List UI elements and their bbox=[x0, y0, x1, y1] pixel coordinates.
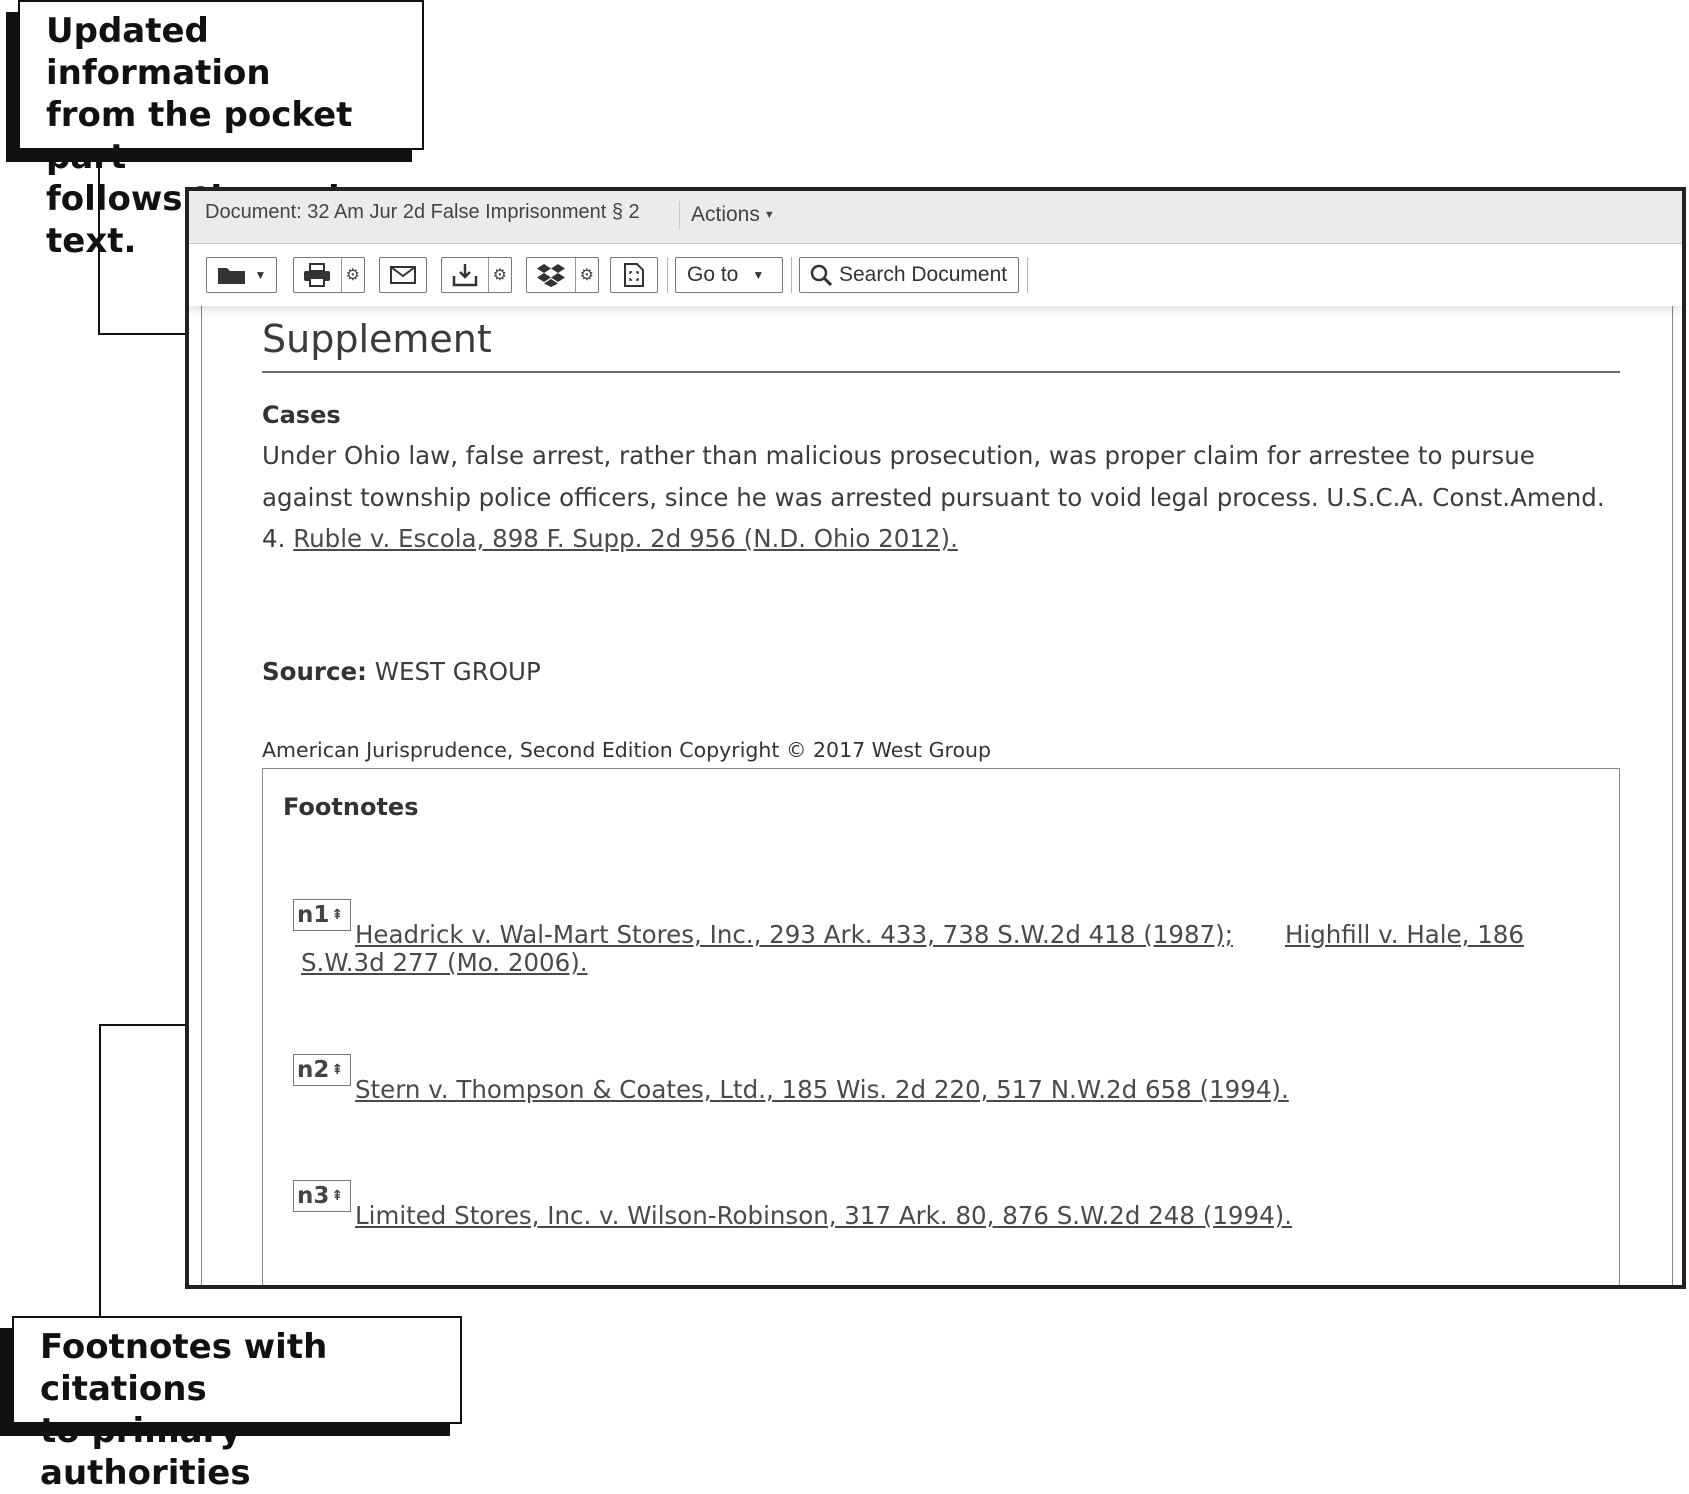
footnotes-panel: Footnotes n1 ⇞ Headrick v. Wal-Mart Store… bbox=[262, 768, 1620, 1285]
copyright-notice: American Jurisprudence, Second Edition C… bbox=[262, 738, 992, 762]
leader-line bbox=[98, 160, 100, 335]
document-window: Document: 32 Am Jur 2d False Imprisonmen… bbox=[185, 187, 1686, 1289]
page-view-button[interactable] bbox=[610, 257, 658, 293]
back-to-top-icon: ⇞ bbox=[331, 1188, 344, 1204]
folder-icon bbox=[217, 268, 245, 284]
download-button[interactable]: ⚙ bbox=[441, 257, 512, 293]
caret-down-icon: ▼ bbox=[254, 268, 267, 282]
footnote-citation-link[interactable]: Headrick v. Wal-Mart Stores, Inc., 293 A… bbox=[355, 921, 1233, 948]
document-header: Document: 32 Am Jur 2d False Imprisonmen… bbox=[189, 191, 1682, 244]
search-document-label: Search Document bbox=[839, 263, 1008, 286]
print-settings-gear-icon[interactable]: ⚙ bbox=[340, 258, 364, 292]
source-line: Source: WEST GROUP bbox=[262, 657, 541, 686]
toolbar: ▼ ⚙ ⚙ ⚙ Go to ▼ Search Document bbox=[189, 244, 1682, 306]
caret-down-icon: ▼ bbox=[752, 268, 765, 282]
footnote-tag-n3[interactable]: n3 ⇞ bbox=[293, 1180, 351, 1212]
document-icon bbox=[624, 263, 644, 287]
footnote-number: n2 bbox=[297, 1057, 330, 1083]
envelope-icon bbox=[390, 266, 416, 284]
back-to-top-icon: ⇞ bbox=[331, 1062, 344, 1078]
dropbox-icon bbox=[536, 264, 565, 287]
footnote-citation-link[interactable]: S.W.3d 277 (Mo. 2006). bbox=[301, 949, 588, 976]
email-button[interactable] bbox=[379, 257, 427, 293]
printer-icon bbox=[304, 263, 331, 287]
cases-label: Cases bbox=[262, 401, 341, 429]
footnote-citation-link[interactable]: Stern v. Thompson & Coates, Ltd., 185 Wi… bbox=[355, 1076, 1289, 1103]
source-value: WEST GROUP bbox=[374, 657, 541, 686]
divider bbox=[791, 257, 792, 293]
download-settings-gear-icon[interactable]: ⚙ bbox=[487, 258, 511, 292]
divider bbox=[667, 257, 668, 293]
caret-down-icon: ▼ bbox=[763, 209, 775, 222]
section-heading: Supplement bbox=[262, 317, 492, 361]
print-button[interactable]: ⚙ bbox=[293, 257, 365, 293]
search-icon bbox=[810, 264, 832, 286]
footnote-tag-n1[interactable]: n1 ⇞ bbox=[293, 899, 351, 931]
download-icon bbox=[452, 264, 478, 287]
back-to-top-icon: ⇞ bbox=[331, 907, 344, 923]
callout-footnotes: Footnotes with citations to primary auth… bbox=[12, 1316, 462, 1493]
divider bbox=[1027, 257, 1028, 293]
leader-line bbox=[99, 1024, 101, 1316]
footnotes-title: Footnotes bbox=[283, 793, 419, 821]
footnote-citation-link[interactable]: Limited Stores, Inc. v. Wilson-Robinson,… bbox=[355, 1202, 1292, 1229]
search-document-button[interactable]: Search Document bbox=[799, 257, 1019, 293]
folder-button[interactable]: ▼ bbox=[206, 257, 277, 293]
goto-label: Go to bbox=[687, 263, 739, 286]
case-citation-link[interactable]: Ruble v. Escola, 898 F. Supp. 2d 956 (N.… bbox=[293, 524, 958, 553]
document-title: Document: 32 Am Jur 2d False Imprisonmen… bbox=[205, 201, 640, 223]
goto-dropdown[interactable]: Go to ▼ bbox=[675, 257, 783, 293]
actions-label: Actions bbox=[691, 203, 760, 226]
dropbox-button[interactable]: ⚙ bbox=[526, 257, 599, 293]
footnote-citation-link[interactable]: Highfill v. Hale, 186 bbox=[1285, 921, 1524, 948]
divider bbox=[679, 201, 680, 229]
actions-menu[interactable]: Actions ▼ bbox=[691, 203, 775, 227]
heading-divider bbox=[262, 371, 1620, 373]
callout-pocket-part: Updated information from the pocket part… bbox=[18, 0, 424, 261]
cases-paragraph: Under Ohio law, false arrest, rather tha… bbox=[262, 435, 1632, 560]
footnote-number: n1 bbox=[297, 902, 330, 928]
source-label: Source: bbox=[262, 657, 367, 686]
footnote-number: n3 bbox=[297, 1183, 330, 1209]
footnote-tag-n2[interactable]: n2 ⇞ bbox=[293, 1054, 351, 1086]
dropbox-settings-gear-icon[interactable]: ⚙ bbox=[574, 258, 598, 292]
